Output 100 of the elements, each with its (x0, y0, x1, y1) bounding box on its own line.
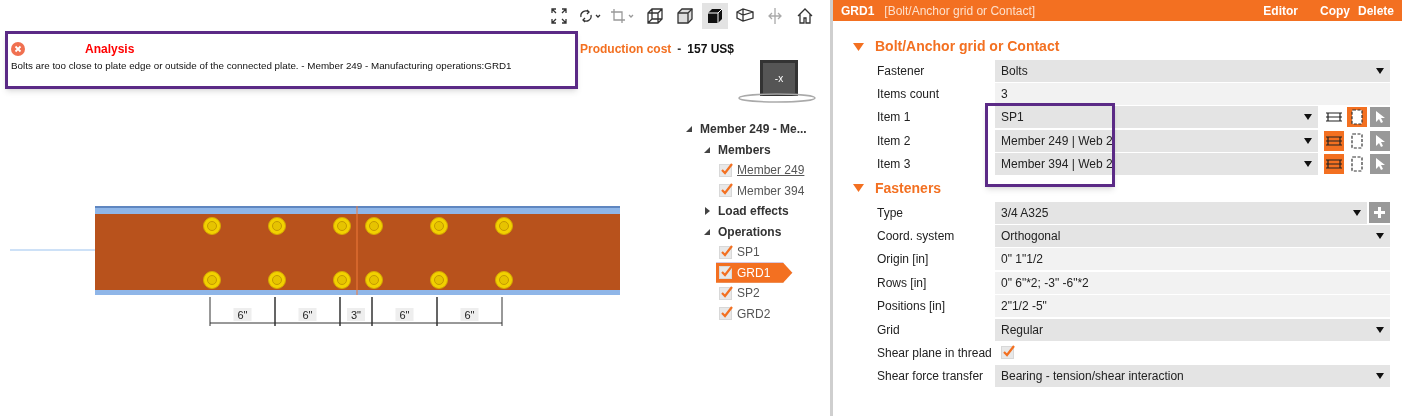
tree-item[interactable]: GRD2 (716, 303, 793, 324)
mirror-icon (766, 7, 784, 25)
view-cube-base-icon (737, 92, 817, 104)
cursor-icon (1375, 110, 1385, 125)
dropdown[interactable]: Orthogonal (995, 225, 1390, 248)
collapse-icon[interactable] (685, 125, 693, 134)
dropdown-caret-icon (1304, 137, 1312, 144)
panel-title: GRD1 (841, 2, 875, 20)
input-field[interactable]: 0" 6"*2; -3" -6"*2 (995, 271, 1390, 294)
tree-item-label: GRD1 (737, 264, 771, 282)
dimension-label: 6" (464, 309, 475, 321)
tree-item-label: Member 249 (737, 162, 805, 180)
solid-icon (706, 7, 724, 25)
input-field[interactable]: 2"1/2 -5" (995, 295, 1390, 318)
analysis-message: Bolts are too close to plate edge or outside of the connected plate. - Member 249 - Manufacturing operations:GRD1 (11, 59, 512, 73)
wire-icon (646, 7, 664, 25)
collapse-icon[interactable] (703, 227, 711, 236)
panel-subtitle: [Bolt/Anchor grid or Contact] (884, 2, 1036, 20)
cost-value: 157 US$ (687, 41, 735, 58)
fit-icon (551, 8, 567, 24)
field-label: Rows [in] (877, 274, 928, 292)
bolt-icon (268, 271, 286, 289)
bolt-icon (495, 271, 513, 289)
bolt-icon (365, 271, 383, 289)
dropdown[interactable]: Regular (995, 318, 1390, 341)
bolt-icon (365, 217, 383, 235)
input-field[interactable]: 0" 1"1/2 (995, 248, 1390, 271)
home-icon (796, 7, 814, 25)
tree-root-label[interactable]: Member 249 - Me... (700, 120, 807, 139)
field-label: Fastener (877, 62, 926, 80)
dropdown[interactable]: 3/4 A325 (995, 201, 1367, 224)
bolt-icon (333, 217, 351, 235)
bolt-icon (495, 217, 513, 235)
rotate-icon (578, 8, 602, 24)
plus-icon (1373, 206, 1386, 220)
add-button[interactable] (1369, 202, 1390, 224)
collapse-icon[interactable] (703, 145, 711, 154)
field-label: Type (877, 204, 904, 222)
field-label: Item 2 (877, 132, 912, 150)
expand-icon[interactable] (703, 207, 711, 216)
section-icon (735, 7, 755, 25)
tree-group-label[interactable]: Load effects (718, 202, 789, 221)
edge-toggle-button[interactable] (1324, 154, 1344, 175)
transparent-icon (676, 7, 694, 25)
crop-icon (610, 8, 636, 24)
dimension-line (436, 296, 503, 327)
dropdown-caret-icon (1376, 373, 1384, 380)
pick-button[interactable] (1370, 154, 1390, 175)
tree-item[interactable]: SP2 (716, 283, 782, 304)
checkbox[interactable] (719, 307, 732, 321)
tree-item[interactable]: Member 394 (716, 180, 827, 201)
tree-item[interactable]: Member 249 (716, 160, 827, 181)
cursor-icon (1375, 157, 1385, 172)
field-label: Items count (877, 86, 941, 104)
tree-item-label: Member 394 (737, 182, 805, 200)
checkbox[interactable] (719, 163, 732, 177)
field-label: Origin [in] (877, 251, 930, 269)
bolt-icon (430, 217, 448, 235)
dropdown-caret-icon (1376, 326, 1384, 333)
field-label: Shear plane in thread (877, 345, 993, 362)
checkbox[interactable] (1001, 346, 1014, 360)
dropdown-caret-icon (1376, 67, 1384, 74)
dropdown[interactable]: Member 394 | Web 2 (995, 153, 1318, 176)
dropdown-caret-icon (1304, 114, 1312, 121)
dropdown[interactable]: SP1 (995, 106, 1318, 129)
solid-button[interactable] (702, 3, 728, 29)
cost-label: Production cost (580, 41, 672, 58)
field-label: Item 3 (877, 156, 912, 174)
face-toggle-button[interactable] (1347, 107, 1367, 128)
bolt-icon (203, 271, 221, 289)
dimension-label: 6" (237, 309, 248, 321)
dropdown[interactable]: Bearing - tension/shear interaction (995, 365, 1390, 388)
edge-toggle-button[interactable] (1324, 130, 1344, 151)
checkbox[interactable] (719, 286, 732, 300)
tree-group-label[interactable]: Operations (718, 222, 782, 241)
checkbox[interactable] (719, 266, 732, 280)
analysis-title: Analysis (85, 41, 135, 58)
tree-item[interactable]: SP1 (716, 242, 782, 263)
cost-separator: - (677, 41, 682, 58)
checkbox[interactable] (719, 245, 732, 259)
checkbox[interactable] (719, 184, 732, 198)
field-label: Item 1 (877, 109, 912, 127)
field-label: Coord. system (877, 228, 956, 246)
dimension-label: 3" (351, 309, 361, 321)
bolt-icon (333, 271, 351, 289)
tree-item-label: SP2 (737, 285, 760, 303)
field-label: Positions [in] (877, 298, 947, 316)
input-field[interactable]: 3 (995, 83, 1390, 106)
dimension-label: 6" (302, 309, 313, 321)
dimension-line (209, 296, 276, 327)
dropdown[interactable]: Member 249 | Web 2 (995, 129, 1318, 152)
view-cube[interactable]: -x (760, 60, 798, 96)
tree-group-label[interactable]: Members (718, 140, 771, 159)
field-label: Grid (877, 321, 901, 339)
bolt-icon (203, 217, 221, 235)
dropdown-caret-icon (1353, 209, 1361, 216)
dropdown-caret-icon (1304, 161, 1312, 168)
bolt-icon (268, 217, 286, 235)
dropdown[interactable]: Bolts (995, 59, 1390, 82)
dropdown-caret-icon (1376, 233, 1384, 240)
